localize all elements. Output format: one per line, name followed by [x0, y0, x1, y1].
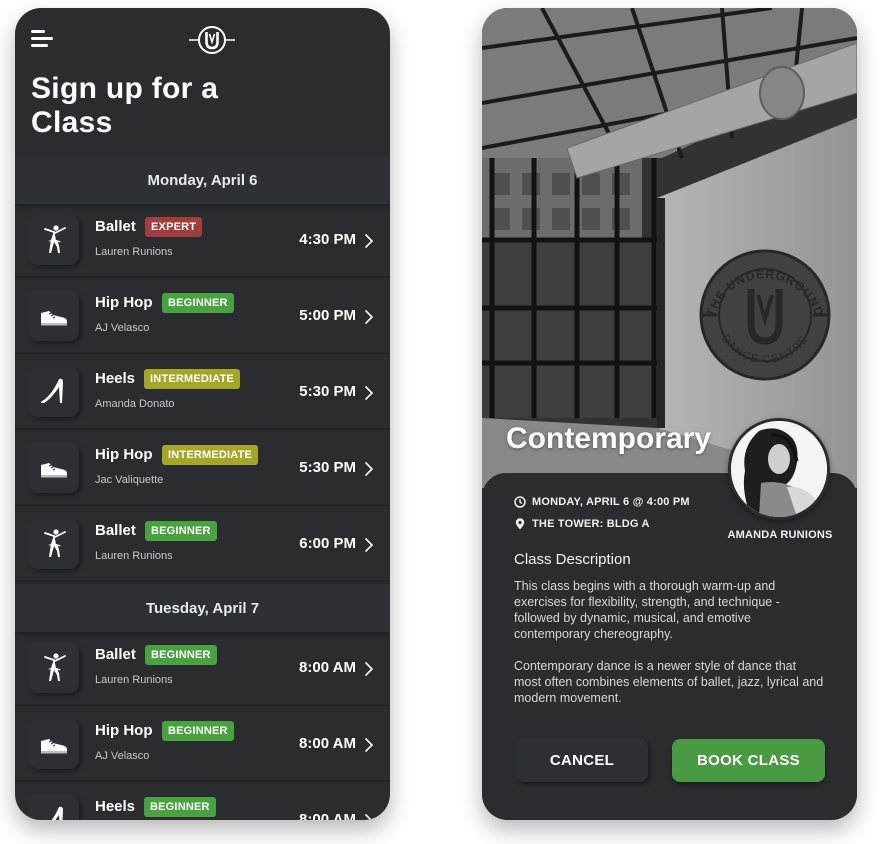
- instructor-name: Lauren Runions: [95, 246, 173, 258]
- class-time: 8:00 AM: [299, 735, 356, 752]
- description-paragraph-1: This class begins with a thorough warm-u…: [514, 579, 780, 641]
- chevron-right-icon[interactable]: [364, 461, 374, 477]
- class-row[interactable]: Hip Hop BEGINNER AJ Velasco 8:00 AM: [15, 708, 390, 782]
- clock-icon: [514, 496, 526, 508]
- datetime-text: MONDAY, APRIL 6 @ 4:00 PM: [532, 496, 690, 508]
- class-time: 5:30 PM: [299, 383, 356, 400]
- top-bar: [15, 8, 390, 74]
- class-time: 6:00 PM: [299, 535, 356, 552]
- class-time: 5:00 PM: [299, 307, 356, 324]
- class-name: Ballet: [95, 646, 136, 663]
- menu-icon[interactable]: [31, 30, 53, 48]
- level-badge: BEGINNER: [144, 797, 216, 817]
- class-name: Hip Hop: [95, 446, 153, 463]
- class-row[interactable]: Heels BEGINNER 8:00 AM: [15, 784, 390, 820]
- high-heel-icon: [29, 795, 79, 820]
- level-badge: INTERMEDIATE: [144, 369, 241, 389]
- class-name: Hip Hop: [95, 294, 153, 311]
- class-name: Ballet: [95, 522, 136, 539]
- class-datetime: MONDAY, APRIL 6 @ 4:00 PM: [514, 496, 690, 508]
- class-title: Contemporary: [506, 422, 712, 455]
- page-title-line-2: Class: [31, 106, 113, 139]
- instructor-name: AMANDA RUNIONS: [727, 529, 833, 541]
- chevron-right-icon[interactable]: [364, 233, 374, 249]
- class-name: Heels: [95, 370, 136, 387]
- class-location: THE TOWER: BLDG A: [514, 518, 650, 530]
- class-time: 8:00 AM: [299, 659, 356, 676]
- chevron-right-icon[interactable]: [364, 661, 374, 677]
- instructor-name: Lauren Runions: [95, 674, 173, 686]
- class-row[interactable]: Ballet EXPERT Lauren Runions 4:30 PM: [15, 204, 390, 278]
- description-heading: Class Description: [514, 551, 631, 568]
- day-header: Tuesday, April 7: [15, 584, 390, 632]
- instructor-name: AJ Velasco: [95, 750, 150, 762]
- ballet-dancer-icon: [29, 643, 79, 693]
- day-header: Monday, April 6: [15, 156, 390, 204]
- ballet-dancer-icon: [29, 519, 79, 569]
- chevron-right-icon[interactable]: [364, 813, 374, 820]
- page-title-line-1: Sign up for a: [31, 72, 219, 105]
- sneaker-icon: [29, 291, 79, 341]
- level-badge: INTERMEDIATE: [162, 445, 259, 465]
- class-row[interactable]: Ballet BEGINNER Lauren Runions 8:00 AM: [15, 632, 390, 706]
- chevron-right-icon[interactable]: [364, 737, 374, 753]
- class-time: 4:30 PM: [299, 231, 356, 248]
- instructor-name: AJ Velasco: [95, 322, 150, 334]
- level-badge: BEGINNER: [162, 721, 234, 741]
- location-text: THE TOWER: BLDG A: [532, 518, 650, 530]
- level-badge: BEGINNER: [145, 521, 217, 541]
- class-row[interactable]: Hip Hop BEGINNER AJ Velasco 5:00 PM: [15, 280, 390, 354]
- high-heel-icon: [29, 367, 79, 417]
- instructor-avatar[interactable]: [728, 418, 830, 520]
- level-badge: BEGINNER: [162, 293, 234, 313]
- chevron-right-icon[interactable]: [364, 309, 374, 325]
- chevron-right-icon[interactable]: [364, 385, 374, 401]
- class-name: Hip Hop: [95, 722, 153, 739]
- chevron-right-icon[interactable]: [364, 537, 374, 553]
- instructor-name: Lauren Runions: [95, 550, 173, 562]
- instructor-name: Jac Valiquette: [95, 474, 164, 486]
- class-name: Ballet: [95, 218, 136, 235]
- class-name: Heels: [95, 798, 136, 815]
- class-time: 5:30 PM: [299, 459, 356, 476]
- class-row[interactable]: Hip Hop INTERMEDIATE Jac Valiquette 5:30 PM: [15, 432, 390, 506]
- location-pin-icon: [515, 518, 525, 530]
- ballet-dancer-icon: [29, 215, 79, 265]
- class-time: 8:00 AM: [299, 811, 356, 820]
- book-class-button[interactable]: BOOK CLASS: [672, 739, 825, 782]
- studio-photo: THE UNDERGROUND DANCE CENTRE: [482, 8, 857, 488]
- instructor-name: Amanda Donato: [95, 398, 175, 410]
- class-row[interactable]: Heels INTERMEDIATE Amanda Donato 5:30 PM: [15, 356, 390, 430]
- sneaker-icon: [29, 719, 79, 769]
- level-badge: BEGINNER: [145, 645, 217, 665]
- class-list-screen: Sign up for a Class Monday, April 6 Balle…: [15, 8, 390, 820]
- class-row[interactable]: Ballet BEGINNER Lauren Runions 6:00 PM: [15, 508, 390, 582]
- sneaker-icon: [29, 443, 79, 493]
- underground-logo-icon: [189, 26, 235, 54]
- class-detail-screen: THE UNDERGROUND DANCE CENTRE Contemporar…: [482, 8, 857, 820]
- level-badge: EXPERT: [145, 217, 203, 237]
- page-title: Sign up for a Class: [31, 72, 351, 140]
- description-paragraph-2: Contemporary dance is a newer style of d…: [514, 659, 824, 705]
- cancel-button[interactable]: CANCEL: [516, 739, 648, 782]
